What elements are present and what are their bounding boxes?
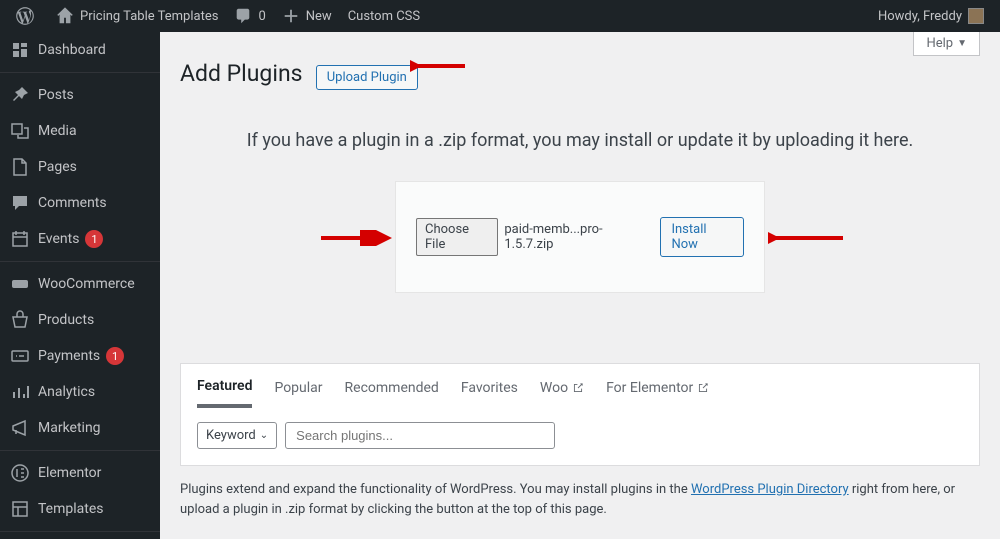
search-row: Keyword ⌄ bbox=[197, 422, 963, 449]
sidebar-item-products[interactable]: Products bbox=[0, 302, 160, 338]
payments-badge: 1 bbox=[106, 347, 124, 365]
upload-description: If you have a plugin in a .zip format, y… bbox=[180, 130, 980, 151]
sidebar-item-pages[interactable]: Pages bbox=[0, 149, 160, 185]
tab-for-elementor[interactable]: For Elementor bbox=[606, 380, 709, 406]
elementor-icon bbox=[10, 463, 30, 483]
search-type-select[interactable]: Keyword ⌄ bbox=[197, 422, 277, 449]
wordpress-icon bbox=[16, 7, 34, 25]
sidebar-item-events[interactable]: Events 1 bbox=[0, 221, 160, 257]
payments-icon bbox=[10, 346, 30, 366]
comment-icon bbox=[10, 193, 30, 213]
sidebar-item-analytics[interactable]: Analytics bbox=[0, 374, 160, 410]
sidebar-item-woocommerce[interactable]: WooCommerce bbox=[0, 261, 160, 302]
my-account[interactable]: Howdy, Freddy bbox=[870, 0, 992, 32]
chosen-file-name: paid-memb...pro-1.5.7.zip bbox=[504, 222, 644, 252]
sidebar-item-comments[interactable]: Comments bbox=[0, 185, 160, 221]
products-icon bbox=[10, 310, 30, 330]
custom-css-link[interactable]: Custom CSS bbox=[340, 0, 428, 32]
tab-favorites[interactable]: Favorites bbox=[461, 380, 518, 406]
tab-featured[interactable]: Featured bbox=[197, 378, 252, 408]
pin-icon bbox=[10, 85, 30, 105]
media-icon bbox=[10, 121, 30, 141]
upload-plugin-button[interactable]: Upload Plugin bbox=[316, 65, 418, 90]
choose-file-button[interactable]: Choose File bbox=[416, 218, 498, 256]
external-link-icon bbox=[697, 382, 709, 394]
tab-woo[interactable]: Woo bbox=[540, 380, 584, 406]
woo-icon bbox=[10, 274, 30, 294]
chevron-down-icon: ⌄ bbox=[260, 430, 268, 441]
comment-count: 0 bbox=[258, 9, 265, 24]
filter-tabs: Featured Popular Recommended Favorites W… bbox=[197, 378, 963, 408]
search-plugins-input[interactable] bbox=[285, 422, 555, 449]
help-tab[interactable]: Help ▼ bbox=[913, 32, 980, 56]
sidebar-item-media[interactable]: Media bbox=[0, 113, 160, 149]
sidebar-item-dashboard[interactable]: Dashboard bbox=[0, 32, 160, 68]
plugins-footer-text: Plugins extend and expand the functional… bbox=[180, 480, 980, 519]
analytics-icon bbox=[10, 382, 30, 402]
new-content[interactable]: New bbox=[274, 0, 340, 32]
templates-icon bbox=[10, 499, 30, 519]
tab-recommended[interactable]: Recommended bbox=[345, 380, 439, 406]
external-link-icon bbox=[572, 382, 584, 394]
plugin-directory-link[interactable]: WordPress Plugin Directory bbox=[691, 482, 849, 497]
sidebar-item-elementor[interactable]: Elementor bbox=[0, 450, 160, 491]
events-badge: 1 bbox=[85, 230, 103, 248]
wp-logo[interactable] bbox=[8, 0, 48, 32]
admin-sidebar: Dashboard Posts Media Pages Comments Eve… bbox=[0, 32, 160, 539]
site-home[interactable]: Pricing Table Templates bbox=[48, 0, 226, 32]
page-icon bbox=[10, 157, 30, 177]
comment-icon bbox=[234, 7, 252, 25]
install-now-button[interactable]: Install Now bbox=[660, 217, 744, 257]
admin-bar: Pricing Table Templates 0 New Custom CSS… bbox=[0, 0, 1000, 32]
tab-popular[interactable]: Popular bbox=[274, 380, 322, 406]
sidebar-item-payments[interactable]: Payments 1 bbox=[0, 338, 160, 374]
chevron-down-icon: ▼ bbox=[957, 38, 967, 49]
calendar-icon bbox=[10, 229, 30, 249]
sidebar-item-marketing[interactable]: Marketing bbox=[0, 410, 160, 446]
upload-form: Choose File paid-memb...pro-1.5.7.zip In… bbox=[395, 181, 765, 293]
dashboard-icon bbox=[10, 40, 30, 60]
page-title: Add Plugins bbox=[180, 60, 303, 87]
plus-icon bbox=[282, 7, 300, 25]
plugin-filter-card: Featured Popular Recommended Favorites W… bbox=[180, 363, 980, 466]
sidebar-item-templates[interactable]: Templates bbox=[0, 491, 160, 527]
main-content: Help ▼ Add Plugins Upload Plugin If you … bbox=[160, 32, 1000, 539]
new-label: New bbox=[306, 9, 332, 24]
sidebar-item-appearance[interactable]: Appearance bbox=[0, 531, 160, 539]
site-title: Pricing Table Templates bbox=[80, 9, 218, 24]
avatar bbox=[968, 8, 984, 24]
home-icon bbox=[56, 7, 74, 25]
sidebar-item-posts[interactable]: Posts bbox=[0, 72, 160, 113]
comments-link[interactable]: 0 bbox=[226, 0, 273, 32]
marketing-icon bbox=[10, 418, 30, 438]
